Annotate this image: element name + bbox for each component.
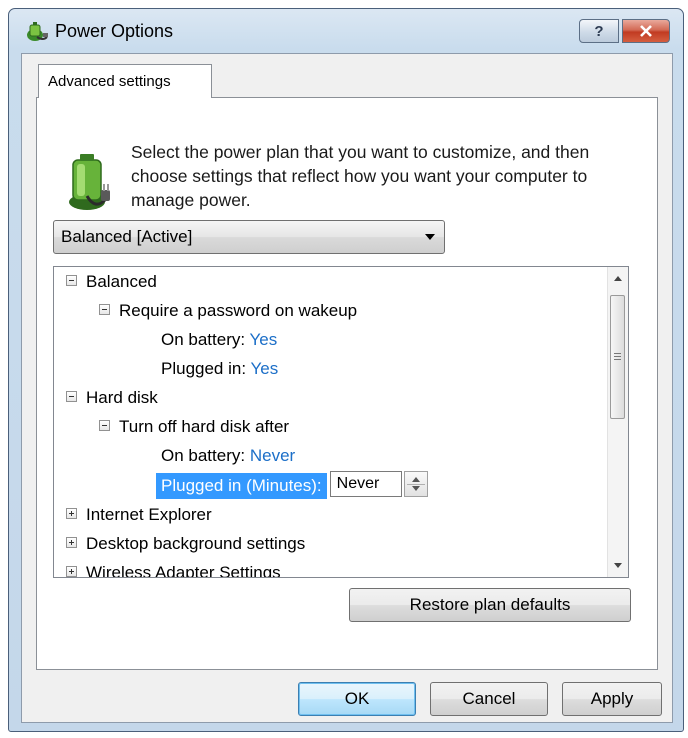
tab-label: Advanced settings <box>48 73 171 90</box>
collapse-icon[interactable] <box>99 304 110 316</box>
tree-node-balanced[interactable]: Balanced <box>66 267 157 296</box>
window-title: Power Options <box>55 21 174 41</box>
tree-scrollbar[interactable] <box>607 267 628 577</box>
tree-node-turn-off-hard-disk[interactable]: Turn off hard disk after <box>99 412 289 441</box>
minutes-input[interactable]: Never <box>329 471 402 497</box>
spin-down-icon[interactable] <box>411 486 420 491</box>
power-options-icon <box>27 22 48 41</box>
tree-node-require-password[interactable]: Require a password on wakeup <box>99 296 357 325</box>
help-button[interactable]: ? <box>579 19 619 43</box>
help-icon: ? <box>594 22 604 40</box>
minutes-spinner[interactable] <box>403 471 428 497</box>
title-bar[interactable]: Power Options ? <box>9 9 683 53</box>
collapse-icon[interactable] <box>66 391 77 403</box>
tree-node-hard-disk[interactable]: Hard disk <box>66 383 158 412</box>
cancel-button[interactable]: Cancel <box>430 682 548 716</box>
spin-up-icon[interactable] <box>411 477 420 482</box>
scroll-up-icon[interactable] <box>614 276 622 281</box>
tree-node-internet-explorer[interactable]: Internet Explorer <box>66 500 212 529</box>
power-plan-select[interactable]: Balanced [Active] <box>53 220 445 254</box>
apply-button[interactable]: Apply <box>562 682 662 716</box>
intro-text: Select the power plan that you want to c… <box>131 142 590 210</box>
setting-value[interactable]: Yes <box>251 359 279 378</box>
tab-advanced-settings[interactable]: Advanced settings <box>38 64 212 98</box>
collapse-icon[interactable] <box>66 275 77 287</box>
expand-icon[interactable] <box>66 508 77 520</box>
setting-password-plugged-in[interactable]: Plugged in: Yes <box>161 354 278 383</box>
selected-setting-label: Plugged in (Minutes): <box>156 473 327 499</box>
power-plan-value: Balanced [Active] <box>61 227 193 246</box>
setting-value[interactable]: Yes <box>250 330 278 349</box>
setting-password-on-battery[interactable]: On battery: Yes <box>161 325 277 354</box>
setting-value[interactable]: Never <box>250 446 295 465</box>
expand-icon[interactable] <box>66 566 77 577</box>
collapse-icon[interactable] <box>99 420 110 432</box>
dialog-client-area: Advanced settings Select the power plan … <box>21 53 673 723</box>
settings-tree[interactable]: Balanced Require a password on wakeup On… <box>53 266 629 578</box>
tree-node-desktop-background[interactable]: Desktop background settings <box>66 529 305 558</box>
setting-hd-on-battery[interactable]: On battery: Never <box>161 441 295 470</box>
expand-icon[interactable] <box>66 537 77 549</box>
restore-plan-defaults-button[interactable]: Restore plan defaults <box>349 588 631 622</box>
close-button[interactable] <box>622 19 670 43</box>
tree-node-wireless-adapter[interactable]: Wireless Adapter Settings <box>66 558 281 577</box>
battery-plug-icon <box>69 154 110 210</box>
power-options-window: Power Options ? Advanced settings Select… <box>8 8 684 732</box>
setting-hd-plugged-in[interactable]: Plugged in (Minutes): Never <box>156 471 428 500</box>
scroll-down-icon[interactable] <box>614 563 622 568</box>
advanced-settings-panel: Select the power plan that you want to c… <box>36 97 658 670</box>
chevron-down-icon <box>425 234 435 240</box>
close-icon <box>640 25 652 37</box>
ok-button[interactable]: OK <box>298 682 416 716</box>
scrollbar-thumb[interactable] <box>610 295 625 419</box>
